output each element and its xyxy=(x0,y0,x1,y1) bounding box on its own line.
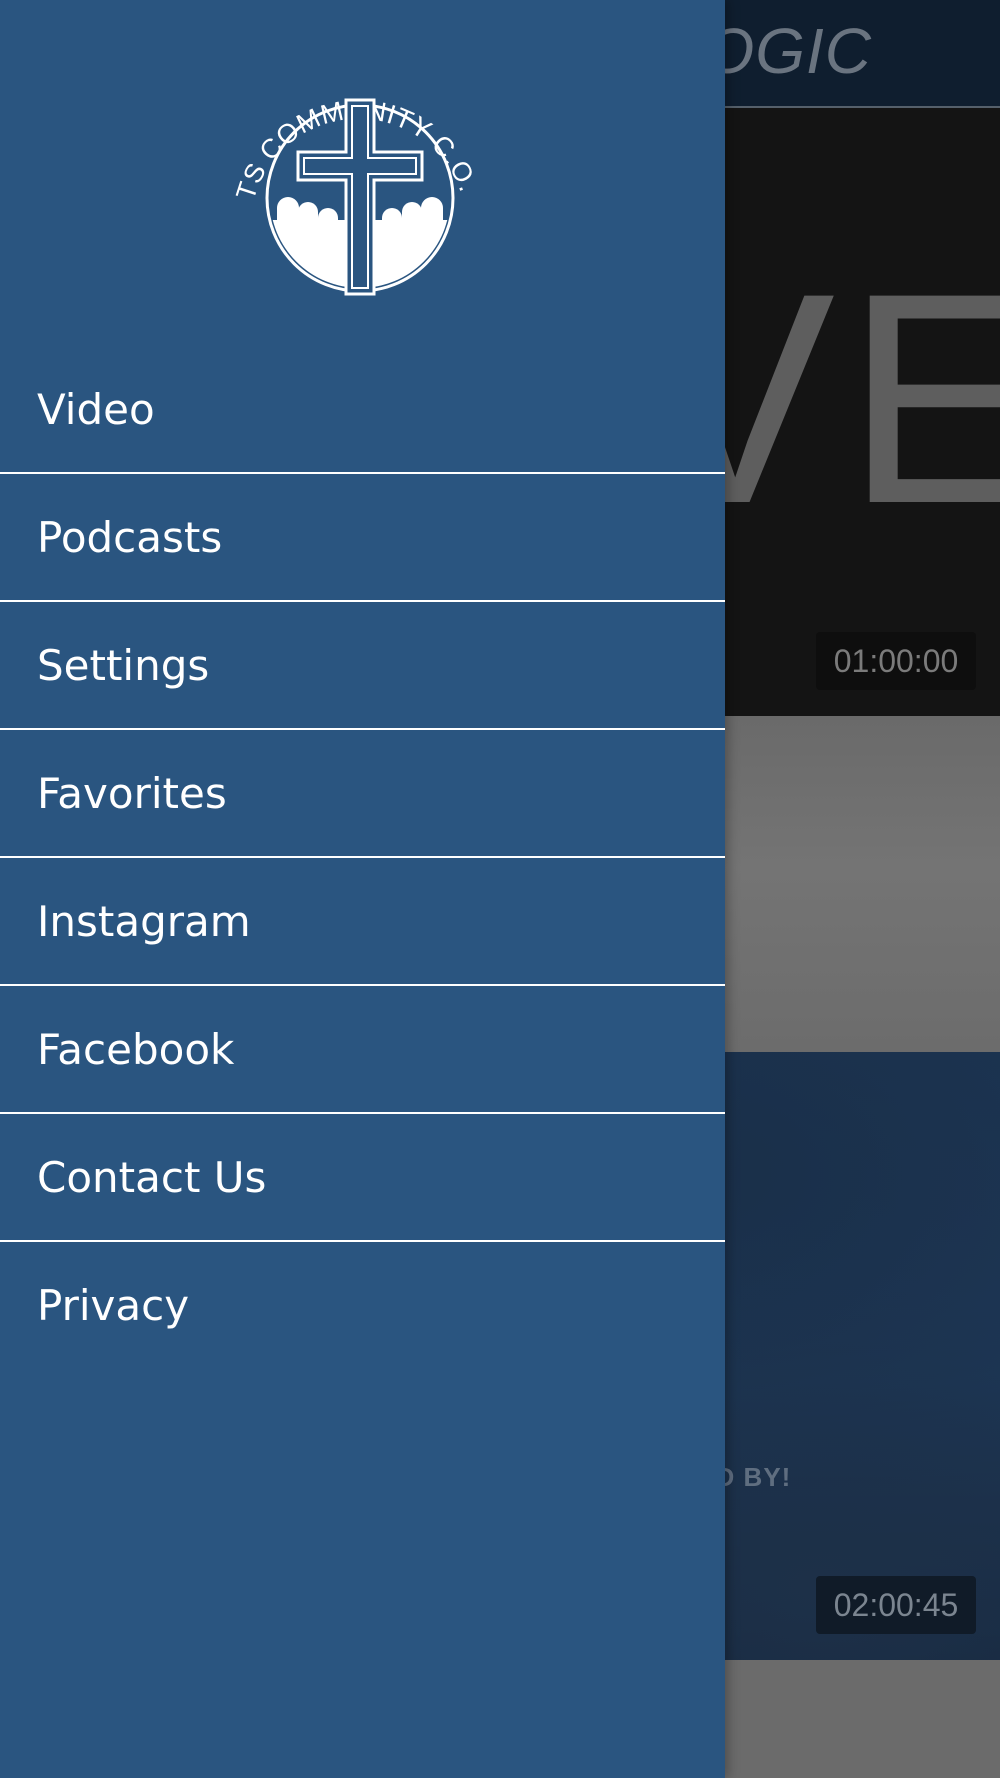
church-logo: SAINTS COMMUNITY C.O.G.I.C. xyxy=(210,48,483,296)
menu-item-video[interactable]: Video xyxy=(0,346,725,474)
video-duration-badge: 01:00:00 xyxy=(816,632,976,690)
menu-item-favorites[interactable]: Favorites xyxy=(0,730,725,858)
app-header-title: OGIC xyxy=(704,15,872,87)
menu-item-podcasts[interactable]: Podcasts xyxy=(0,474,725,602)
menu-item-label: Privacy xyxy=(37,1281,190,1330)
menu-item-instagram[interactable]: Instagram xyxy=(0,858,725,986)
menu-item-facebook[interactable]: Facebook xyxy=(0,986,725,1114)
menu-item-contact-us[interactable]: Contact Us xyxy=(0,1114,725,1242)
navigation-drawer: SAINTS COMMUNITY C.O.G.I.C. Video xyxy=(0,0,725,1778)
menu-item-label: Instagram xyxy=(37,897,251,946)
menu-item-label: Settings xyxy=(37,641,210,690)
video-duration-badge: 02:00:45 xyxy=(816,1576,976,1634)
menu-item-privacy[interactable]: Privacy xyxy=(0,1242,725,1368)
menu-item-label: Contact Us xyxy=(37,1153,267,1202)
drawer-menu: Video Podcasts Settings Favorites Instag… xyxy=(0,346,725,1368)
menu-item-label: Facebook xyxy=(37,1025,235,1074)
menu-item-settings[interactable]: Settings xyxy=(0,602,725,730)
menu-item-label: Podcasts xyxy=(37,513,223,562)
menu-item-label: Favorites xyxy=(37,769,227,818)
menu-item-label: Video xyxy=(37,385,155,434)
